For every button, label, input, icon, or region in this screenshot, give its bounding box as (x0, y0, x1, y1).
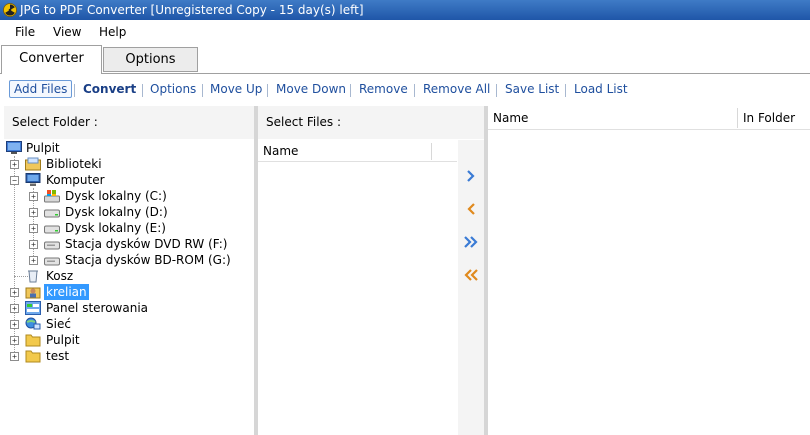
optical-drive-icon (44, 253, 60, 267)
tree-node-drive-f[interactable]: + Stacja dysków DVD RW (F:) (4, 236, 254, 252)
toolbar-separator (350, 84, 351, 97)
tree-label: Sieć (46, 317, 71, 331)
libraries-icon (25, 157, 41, 171)
computer-icon (25, 173, 41, 187)
tree-label: Dysk lokalny (C:) (65, 189, 167, 203)
file-list-col-name[interactable]: Name (493, 111, 528, 125)
recycle-bin-icon (25, 269, 41, 283)
tree-node-komputer[interactable]: − Komputer (4, 172, 204, 188)
remove-selected-arrow-icon[interactable] (462, 200, 480, 218)
convert-button[interactable]: Convert (83, 82, 136, 96)
column-divider[interactable] (431, 143, 432, 160)
title-bar: JPG to PDF Converter [Unregistered Copy … (0, 0, 810, 20)
move-down-button[interactable]: Move Down (276, 82, 346, 96)
tree-node-kosz[interactable]: Kosz (4, 268, 204, 284)
expand-icon[interactable]: + (29, 256, 38, 265)
tab-converter[interactable]: Converter (1, 45, 102, 74)
menu-help[interactable]: Help (99, 25, 126, 39)
expand-icon[interactable]: + (10, 320, 19, 329)
expand-icon[interactable]: + (10, 336, 19, 345)
splitter-right[interactable] (484, 106, 488, 435)
control-panel-icon (25, 301, 41, 315)
toolbar-separator (74, 84, 75, 97)
network-icon (25, 317, 41, 331)
hard-drive-icon (44, 205, 60, 219)
user-folder-icon (25, 285, 41, 299)
tree-label: test (46, 349, 70, 363)
hard-drive-icon (44, 221, 60, 235)
tree-label: Dysk lokalny (D:) (65, 205, 168, 219)
toolbar-separator (565, 84, 566, 97)
toolbar-separator (142, 84, 143, 97)
folder-icon (25, 349, 41, 363)
collapse-icon[interactable]: − (10, 176, 19, 185)
optical-drive-icon (44, 237, 60, 251)
window-title: JPG to PDF Converter [Unregistered Copy … (20, 3, 364, 17)
tree-node-siec[interactable]: + Sieć (4, 316, 204, 332)
column-divider[interactable] (737, 108, 738, 128)
remove-all-arrow-icon[interactable] (462, 266, 480, 284)
tree-label: krelian (44, 284, 89, 300)
menu-view[interactable]: View (53, 25, 81, 39)
expand-icon[interactable]: + (29, 240, 38, 249)
move-up-button[interactable]: Move Up (210, 82, 262, 96)
tree-node-test[interactable]: + test (4, 348, 204, 364)
remove-button[interactable]: Remove (359, 82, 408, 96)
tree-node-root[interactable]: Pulpit (4, 140, 204, 156)
tree-label: Komputer (46, 173, 105, 187)
file-list-col-folder[interactable]: In Folder (743, 111, 795, 125)
expand-icon[interactable]: + (10, 304, 19, 313)
save-list-button[interactable]: Save List (505, 82, 559, 96)
files-col-name[interactable]: Name (263, 144, 298, 158)
files-column-header: Name (258, 141, 457, 162)
transfer-buttons (458, 140, 484, 435)
options-button[interactable]: Options (150, 82, 196, 96)
expand-icon[interactable]: + (10, 288, 19, 297)
tree-node-drive-g[interactable]: + Stacja dysków BD-ROM (G:) (4, 252, 254, 268)
tree-node-drive-d[interactable]: + Dysk lokalny (D:) (4, 204, 254, 220)
expand-icon[interactable]: + (29, 224, 38, 233)
tree-node-biblioteki[interactable]: + Biblioteki (4, 156, 204, 172)
toolbar: Add Files Convert Options Move Up Move D… (0, 74, 810, 105)
toolbar-separator (202, 84, 203, 97)
tree-label: Panel sterowania (46, 301, 148, 315)
tree-node-panel[interactable]: + Panel sterowania (4, 300, 204, 316)
desktop-icon (6, 141, 22, 155)
expand-icon[interactable]: + (29, 208, 38, 217)
tree-label: Stacja dysków BD-ROM (G:) (65, 253, 231, 267)
tree-label: Dysk lokalny (E:) (65, 221, 166, 235)
add-selected-arrow-icon[interactable] (462, 167, 480, 185)
remove-all-button[interactable]: Remove All (423, 82, 490, 96)
tree-node-krelian[interactable]: + krelian (4, 284, 204, 300)
tab-options[interactable]: Options (103, 47, 198, 72)
system-drive-icon (44, 189, 60, 203)
add-files-button[interactable]: Add Files (9, 80, 73, 98)
menu-file[interactable]: File (15, 25, 35, 39)
tree-node-drive-c[interactable]: + Dysk lokalny (C:) (4, 188, 254, 204)
toolbar-separator (267, 84, 268, 97)
tree-node-drive-e[interactable]: + Dysk lokalny (E:) (4, 220, 254, 236)
menu-bar: File View Help (0, 21, 810, 43)
toolbar-separator (496, 84, 497, 97)
tree-label: Kosz (46, 269, 74, 283)
load-list-button[interactable]: Load List (574, 82, 628, 96)
app-logo-icon (3, 3, 17, 17)
file-list-header: Name In Folder (488, 106, 810, 130)
tree-label: Biblioteki (46, 157, 102, 171)
folder-icon (25, 333, 41, 347)
add-all-arrow-icon[interactable] (462, 233, 480, 251)
select-folder-header: Select Folder : (4, 106, 254, 139)
folder-tree[interactable]: Pulpit + Biblioteki − Komputer + Dysk lo… (4, 140, 254, 435)
tree-label: Pulpit (26, 141, 60, 155)
expand-icon[interactable]: + (10, 160, 19, 169)
tree-label: Pulpit (46, 333, 80, 347)
tab-strip: Options Converter (0, 43, 810, 74)
toolbar-separator (414, 84, 415, 97)
expand-icon[interactable]: + (10, 352, 19, 361)
select-files-header: Select Files : (258, 106, 484, 139)
tree-node-pulpit[interactable]: + Pulpit (4, 332, 204, 348)
expand-icon[interactable]: + (29, 192, 38, 201)
tree-label: Stacja dysków DVD RW (F:) (65, 237, 228, 251)
